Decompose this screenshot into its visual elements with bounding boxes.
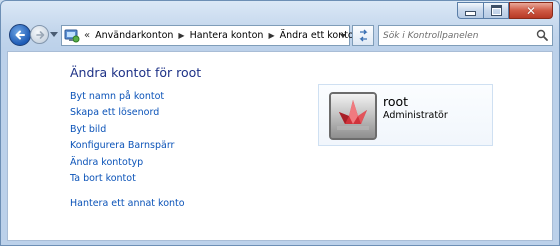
breadcrumb-item[interactable]: Hantera konton (190, 30, 264, 41)
maximize-icon (490, 5, 502, 16)
origami-crane-picture (331, 94, 375, 138)
navigation-toolbar: « Användarkonton ▶ Hantera konton ▶ Ändr… (1, 21, 559, 49)
breadcrumb-item[interactable]: Användarkonton (95, 30, 173, 41)
page-title: Ändra kontot för root (70, 65, 202, 80)
control-panel-icon (64, 28, 80, 43)
close-icon: ✕ (525, 3, 537, 18)
delete-account-link[interactable]: Ta bort kontot (70, 171, 185, 187)
account-name: root (383, 94, 409, 109)
account-card: root Administratör (318, 84, 493, 146)
search-input[interactable] (383, 28, 528, 43)
explorer-window: ✕ « Användarkonton ▶ Hantera konton ▶ Än… (0, 0, 560, 246)
close-button[interactable]: ✕ (509, 2, 553, 19)
minimize-button[interactable] (457, 2, 483, 19)
create-password-link[interactable]: Skapa ett lösenord (70, 105, 185, 121)
task-links: Byt namn på kontot Skapa ett lösenord By… (70, 89, 185, 213)
account-type: Administratör (383, 110, 448, 121)
breadcrumb: Användarkonton ▶ Hantera konton ▶ Ändra … (95, 30, 354, 41)
refresh-button[interactable] (352, 25, 374, 46)
maximize-button[interactable] (483, 2, 509, 19)
parental-controls-link[interactable]: Konfigurera Barnspärr (70, 138, 185, 154)
forward-arrow-icon (35, 30, 44, 39)
breadcrumb-separator-icon[interactable]: ▶ (178, 31, 184, 40)
refresh-icon (358, 29, 368, 42)
recent-pages-dropdown[interactable] (50, 32, 58, 37)
minimize-icon (465, 11, 476, 16)
address-bar[interactable]: « Användarkonton ▶ Hantera konton ▶ Ändr… (61, 25, 354, 46)
caption-buttons: ✕ (457, 2, 553, 19)
breadcrumb-overflow-icon[interactable]: « (84, 30, 90, 41)
breadcrumb-separator-icon[interactable]: ▶ (268, 31, 274, 40)
forward-button[interactable] (30, 25, 49, 44)
avatar (329, 92, 377, 140)
back-arrow-icon (15, 30, 25, 40)
search-icon[interactable] (536, 29, 548, 41)
manage-another-account-link[interactable]: Hantera ett annat konto (70, 196, 185, 212)
change-account-type-link[interactable]: Ändra kontotyp (70, 155, 185, 171)
content-pane: Ändra kontot för root Byt namn på kontot… (7, 51, 553, 241)
change-picture-link[interactable]: Byt bild (70, 122, 185, 138)
address-dropdown-icon[interactable] (340, 34, 346, 38)
rename-account-link[interactable]: Byt namn på kontot (70, 89, 185, 105)
back-button[interactable] (9, 24, 31, 46)
search-box[interactable] (378, 25, 553, 46)
